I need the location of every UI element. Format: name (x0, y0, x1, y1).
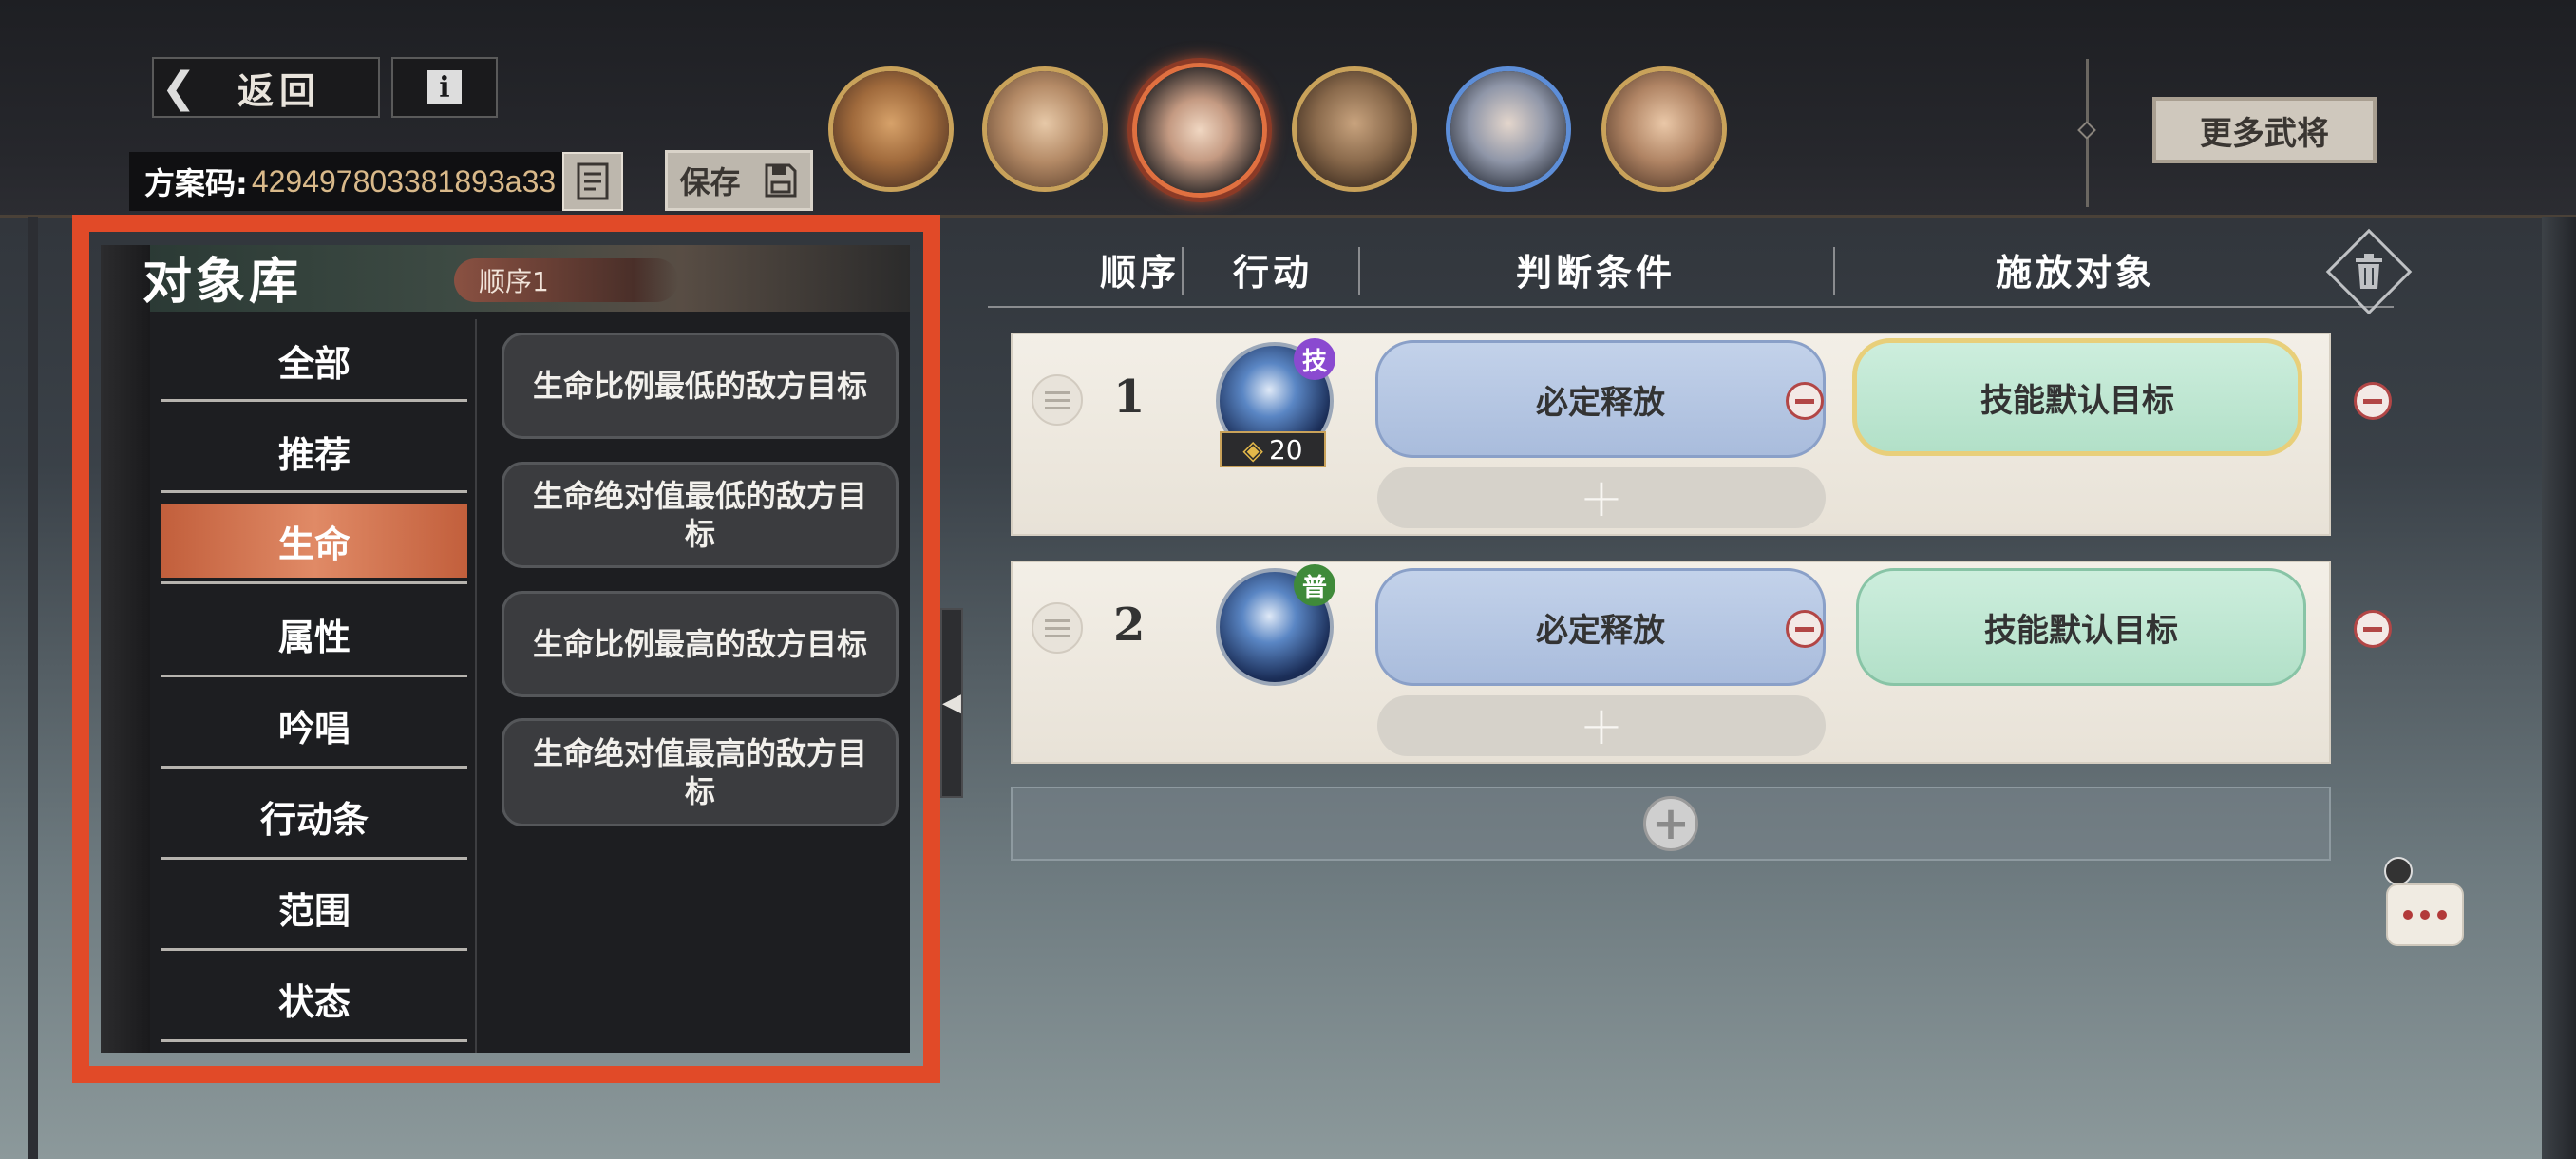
right-frame (2542, 217, 2576, 1159)
chat-mascot-icon (2384, 857, 2413, 885)
hero-avatar-3-selected[interactable] (1132, 63, 1267, 198)
hero-portrait (1137, 67, 1262, 193)
plus-icon: + (1579, 466, 1624, 529)
plus-circle-icon: + (1643, 796, 1698, 851)
condition-label: 必定释放 (1536, 611, 1665, 650)
target-label: 技能默认目标 (1980, 381, 2174, 420)
hero-portrait (1297, 71, 1412, 187)
chevron-left-icon: ❮ (161, 63, 202, 112)
info-icon: i (427, 70, 462, 104)
more-generals-button[interactable]: 更多武将 (2152, 97, 2377, 163)
info-button[interactable]: i (391, 57, 498, 118)
remove-row-button[interactable] (2354, 382, 2392, 420)
scheme-code-value: 429497803381893a33 (251, 163, 557, 199)
row-number: 2 (1113, 598, 1146, 652)
back-button[interactable]: ❮ 返回 (152, 57, 380, 118)
skill-type-badge: 技 (1294, 338, 1335, 380)
plus-icon: + (1579, 694, 1624, 757)
header-separator (1358, 247, 1360, 294)
header-separator (1833, 247, 1835, 294)
hero-avatar-6[interactable] (1601, 66, 1727, 192)
add-condition-button[interactable]: + (1377, 466, 1826, 529)
plus-symbol: + (1651, 797, 1691, 850)
hero-avatar-5[interactable] (1446, 66, 1571, 192)
drag-handle[interactable] (1032, 374, 1083, 426)
condition-slot[interactable]: 必定释放 (1375, 340, 1826, 458)
condition-label: 必定释放 (1536, 383, 1665, 422)
trash-icon (2350, 251, 2388, 293)
skill-cost-value: 20 (1268, 433, 1303, 466)
hero-portrait (987, 71, 1103, 187)
hero-portrait (1450, 71, 1566, 187)
more-generals-label: 更多武将 (2200, 114, 2329, 153)
hero-portrait (833, 71, 949, 187)
floppy-disk-icon (765, 163, 797, 198)
chat-dot-icon (2403, 910, 2413, 920)
hero-avatar-4[interactable] (1292, 66, 1417, 192)
drag-handle[interactable] (1032, 602, 1083, 654)
target-label: 技能默认目标 (1984, 611, 2178, 650)
skill-type-badge: 普 (1294, 564, 1335, 606)
chat-button[interactable] (2386, 884, 2464, 946)
row-number: 1 (1113, 370, 1146, 424)
header-separator (1182, 247, 1184, 294)
remove-condition-button[interactable] (1786, 382, 1824, 420)
remove-row-button[interactable] (2354, 610, 2392, 648)
minus-icon (1795, 626, 1814, 632)
add-rule-row-button[interactable]: + (1011, 787, 2331, 861)
hero-avatar-1[interactable] (828, 66, 954, 192)
save-label: 保存 (679, 164, 741, 200)
hero-portrait (1606, 71, 1722, 187)
header-target: 施放对象 (1995, 252, 2155, 294)
chat-dot-icon (2437, 910, 2447, 920)
target-slot-selected[interactable]: 技能默认目标 (1852, 338, 2302, 456)
target-slot[interactable]: 技能默认目标 (1856, 568, 2306, 686)
add-condition-button[interactable]: + (1377, 694, 1826, 757)
remove-condition-button[interactable] (1786, 610, 1824, 648)
minus-icon (2363, 626, 2382, 632)
chat-dot-icon (2420, 910, 2430, 920)
drag-handle-icon (1045, 626, 1070, 630)
header-action: 行动 (1232, 252, 1313, 294)
scheme-code-label: 方案码: (144, 165, 248, 201)
minus-icon (2363, 398, 2382, 404)
back-label: 返回 (237, 69, 322, 112)
condition-slot[interactable]: 必定释放 (1375, 568, 1826, 686)
header-underline (988, 306, 2394, 308)
scheme-code: 方案码: 429497803381893a33 (129, 152, 621, 211)
header-condition: 判断条件 (1515, 252, 1676, 294)
drag-handle-icon (1045, 398, 1070, 402)
document-icon (577, 162, 609, 200)
collapse-panel-tab[interactable]: ◀ (940, 608, 963, 798)
energy-icon: ◈ (1242, 433, 1263, 466)
hero-avatar-2[interactable] (982, 66, 1108, 192)
caret-left-icon: ◀ (942, 689, 961, 717)
save-button[interactable]: 保存 (665, 150, 813, 211)
library-highlight-outline (72, 215, 940, 1083)
copy-code-button[interactable] (562, 152, 623, 211)
left-frame (28, 217, 38, 1159)
minus-icon (1795, 398, 1814, 404)
skill-cost: ◈ 20 (1220, 431, 1326, 467)
